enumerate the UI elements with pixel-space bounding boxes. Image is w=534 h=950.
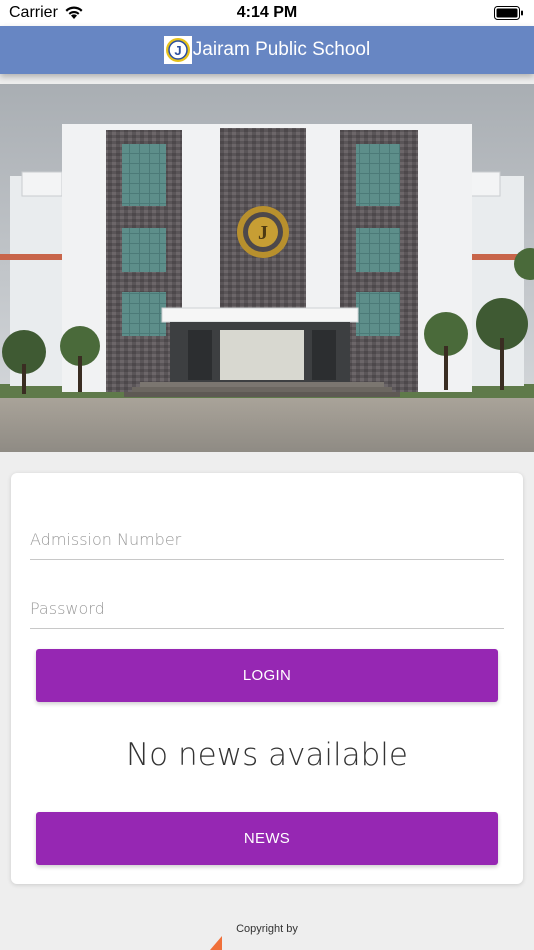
app-title: Jairam Public School	[192, 39, 371, 60]
company-logo-icon	[210, 936, 222, 950]
battery-icon	[494, 6, 523, 20]
admission-number-input[interactable]	[30, 520, 504, 559]
password-field[interactable]	[30, 589, 504, 629]
school-building-photo: J	[0, 84, 534, 452]
login-card: LOGIN No news available NEWS	[11, 473, 523, 884]
school-logo: J	[163, 36, 192, 64]
app-bar: J Jairam Public School	[0, 26, 534, 74]
news-button[interactable]: NEWS	[36, 812, 498, 865]
password-input[interactable]	[30, 589, 504, 628]
admission-number-field[interactable]	[30, 520, 504, 560]
building-emblem: J	[258, 222, 268, 244]
logo-letter: J	[174, 43, 181, 58]
news-status-message: No news available	[125, 737, 408, 773]
clock-label: 4:14 PM	[236, 4, 298, 21]
copyright-label: Copyright by	[236, 923, 298, 935]
login-button[interactable]: LOGIN	[36, 649, 498, 702]
status-bar: Carrier 4:14 PM	[0, 0, 534, 26]
